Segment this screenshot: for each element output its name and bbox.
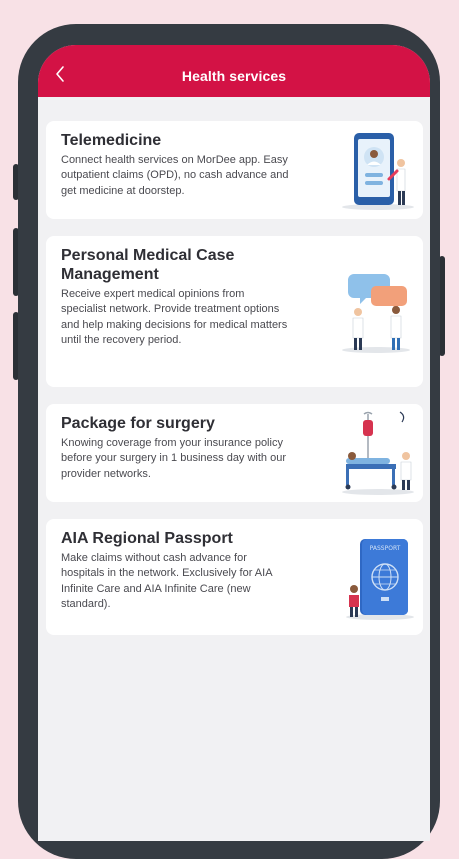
app-header: Health services bbox=[38, 45, 430, 97]
doctors-consultation-icon bbox=[342, 274, 410, 353]
service-card-telemedicine[interactable]: Telemedicine Connect health services on … bbox=[46, 121, 423, 219]
service-card-regional-passport[interactable]: AIA Regional Passport Make claims withou… bbox=[46, 519, 423, 635]
passport-label: PASSPORT bbox=[370, 545, 401, 552]
passport-icon: PASSPORT bbox=[346, 539, 414, 620]
service-title: AIA Regional Passport bbox=[61, 530, 233, 547]
service-title: Personal Medical Case Management bbox=[61, 247, 235, 283]
page-title: Health services bbox=[181, 68, 287, 84]
service-description: Connect health services on MorDee app. E… bbox=[61, 154, 289, 197]
service-description: Knowing coverage from your insurance pol… bbox=[61, 437, 287, 480]
doctor-on-phone-icon bbox=[342, 133, 414, 210]
service-card-surgery-package[interactable]: Package for surgery Knowing coverage fro… bbox=[46, 404, 423, 502]
service-description: Make claims without cash advance for hos… bbox=[61, 552, 272, 611]
service-title: Telemedicine bbox=[61, 132, 162, 149]
hospital-bed-icon bbox=[342, 411, 414, 495]
service-card-case-management[interactable]: Personal Medical Case Management Receive… bbox=[46, 236, 423, 387]
service-title: Package for surgery bbox=[61, 415, 215, 432]
service-description: Receive expert medical opinions from spe… bbox=[61, 288, 288, 347]
app-screen: Health services Telemedicine Connect hea… bbox=[38, 45, 430, 841]
